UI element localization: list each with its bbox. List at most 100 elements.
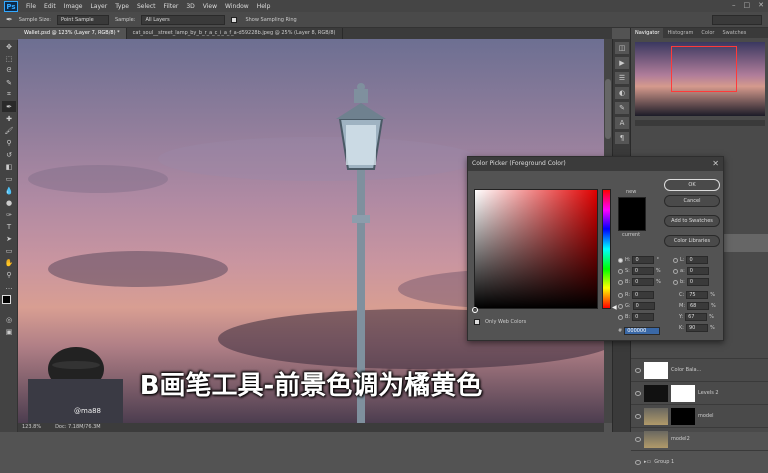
path-select-icon[interactable]: ➤: [2, 233, 16, 244]
ok-button[interactable]: OK: [664, 179, 720, 191]
crop-tool-icon[interactable]: ⌗: [2, 89, 16, 100]
hsb-b-radio[interactable]: [618, 279, 623, 285]
tab-street-lamp[interactable]: cat_soul__street_lamp_by_b_r_a_c_i_a_f_a…: [127, 28, 343, 39]
lab-l-radio[interactable]: [673, 257, 678, 263]
sample-select[interactable]: All Layers: [141, 14, 226, 25]
quick-select-tool-icon[interactable]: ✎: [2, 77, 16, 88]
menu-help[interactable]: Help: [253, 3, 275, 10]
hsb-s-input[interactable]: 0: [631, 267, 654, 275]
hsb-h-radio[interactable]: [618, 257, 623, 263]
pen-tool-icon[interactable]: ✑: [2, 209, 16, 220]
layer-row[interactable]: model: [631, 404, 768, 427]
color-libraries-button[interactable]: Color Libraries: [664, 235, 720, 247]
color-swatches[interactable]: [2, 295, 16, 311]
lab-b-radio[interactable]: [673, 279, 678, 285]
menu-edit[interactable]: Edit: [40, 3, 60, 10]
quick-mask-icon[interactable]: ◎: [2, 314, 16, 325]
scrollbar-thumb[interactable]: [605, 79, 611, 139]
saturation-brightness-field[interactable]: [474, 189, 598, 309]
cancel-button[interactable]: Cancel: [664, 195, 720, 207]
type-tool-icon[interactable]: T: [2, 221, 16, 232]
layer-row[interactable]: Levels 2: [631, 381, 768, 404]
menu-type[interactable]: Type: [111, 3, 133, 10]
lab-a-input[interactable]: 0: [686, 267, 709, 275]
menu-file[interactable]: File: [22, 3, 40, 10]
hand-tool-icon[interactable]: ✋: [2, 257, 16, 268]
color-selector-circle[interactable]: [472, 307, 478, 313]
menu-view[interactable]: View: [199, 3, 221, 10]
eye-icon[interactable]: [635, 413, 641, 419]
rgb-g-input[interactable]: 0: [632, 302, 655, 310]
hue-slider[interactable]: [602, 189, 611, 309]
shape-tool-icon[interactable]: ▭: [2, 245, 16, 256]
add-to-swatches-button[interactable]: Add to Swatches: [664, 215, 720, 227]
rgb-b-input[interactable]: 0: [632, 313, 655, 321]
menu-image[interactable]: Image: [60, 3, 87, 10]
hsb-s-radio[interactable]: [618, 268, 623, 274]
gradient-tool-icon[interactable]: ▭: [2, 173, 16, 184]
more-tools-icon[interactable]: …: [2, 281, 16, 292]
eye-icon[interactable]: [635, 390, 641, 396]
lab-a-radio[interactable]: [673, 268, 678, 274]
close-button[interactable]: ✕: [758, 1, 764, 9]
minimize-button[interactable]: –: [732, 1, 736, 9]
tab-histogram[interactable]: Histogram: [663, 28, 697, 38]
menu-3d[interactable]: 3D: [182, 3, 198, 10]
lasso-tool-icon[interactable]: ᘓ: [2, 65, 16, 76]
brush-tool-icon[interactable]: 🖌: [2, 125, 16, 136]
rgb-b-radio[interactable]: [618, 314, 623, 320]
menu-filter[interactable]: Filter: [160, 3, 183, 10]
eye-icon[interactable]: [635, 459, 641, 465]
brush-settings-icon[interactable]: ✎: [615, 102, 629, 114]
hex-input[interactable]: 000000: [624, 327, 661, 335]
move-tool-icon[interactable]: ✥: [2, 41, 16, 52]
stamp-tool-icon[interactable]: ⚲: [2, 137, 16, 148]
lab-l-input[interactable]: 0: [686, 256, 709, 264]
eye-icon[interactable]: [635, 367, 641, 373]
workspace-select[interactable]: [712, 15, 762, 25]
cmyk-m-input[interactable]: 68: [687, 302, 709, 310]
rgb-g-radio[interactable]: [618, 303, 623, 309]
history-icon[interactable]: ◫: [615, 42, 629, 54]
blur-tool-icon[interactable]: 💧: [2, 185, 16, 196]
hue-slider-handle[interactable]: ◀: [612, 304, 617, 311]
tab-navigator[interactable]: Navigator: [631, 28, 664, 38]
cmyk-c-input[interactable]: 75: [686, 291, 709, 299]
healing-tool-icon[interactable]: ✚: [2, 113, 16, 124]
marquee-tool-icon[interactable]: ⬚: [2, 53, 16, 64]
actions-icon[interactable]: ▶: [615, 57, 629, 69]
properties-icon[interactable]: ☰: [615, 72, 629, 84]
navigator-thumbnail[interactable]: [635, 42, 765, 116]
menu-window[interactable]: Window: [221, 3, 253, 10]
layer-row[interactable]: model2: [631, 427, 768, 450]
layer-row[interactable]: Color Bala...: [631, 358, 768, 381]
foreground-swatch[interactable]: [2, 295, 11, 304]
adjustments-icon[interactable]: ◐: [615, 87, 629, 99]
menu-select[interactable]: Select: [133, 3, 160, 10]
close-icon[interactable]: ✕: [712, 159, 719, 168]
dodge-tool-icon[interactable]: ●: [2, 197, 16, 208]
web-colors-checkbox[interactable]: [474, 319, 480, 325]
lab-b-input[interactable]: 0: [686, 278, 709, 286]
eyedropper-icon[interactable]: ✒: [6, 15, 13, 24]
eraser-tool-icon[interactable]: ◧: [2, 161, 16, 172]
hsb-h-input[interactable]: 0: [632, 256, 655, 264]
hsb-b-input[interactable]: 0: [632, 278, 655, 286]
sample-size-select[interactable]: Point Sample: [57, 14, 109, 25]
tab-wallet[interactable]: Wallet.psd @ 123% (Layer 7, RGB/8) *: [18, 28, 127, 39]
navigator-view-box[interactable]: [671, 46, 737, 92]
sampling-ring-checkbox[interactable]: [231, 16, 238, 23]
layer-row[interactable]: ▸▭ Group 1: [631, 450, 768, 473]
tab-color[interactable]: Color: [697, 28, 718, 38]
zoom-tool-icon[interactable]: ⚲: [2, 269, 16, 280]
menu-layer[interactable]: Layer: [86, 3, 111, 10]
cmyk-y-input[interactable]: 67: [685, 313, 708, 321]
paragraph-icon[interactable]: ¶: [615, 132, 629, 144]
rgb-r-input[interactable]: 0: [632, 291, 655, 299]
eyedropper-tool-icon[interactable]: ✒: [2, 101, 16, 112]
navigator-zoom-slider[interactable]: [635, 120, 765, 126]
screen-mode-icon[interactable]: ▣: [2, 326, 16, 337]
eye-icon[interactable]: [635, 436, 641, 442]
cmyk-k-input[interactable]: 90: [685, 324, 708, 332]
tab-swatches[interactable]: Swatches: [718, 28, 750, 38]
